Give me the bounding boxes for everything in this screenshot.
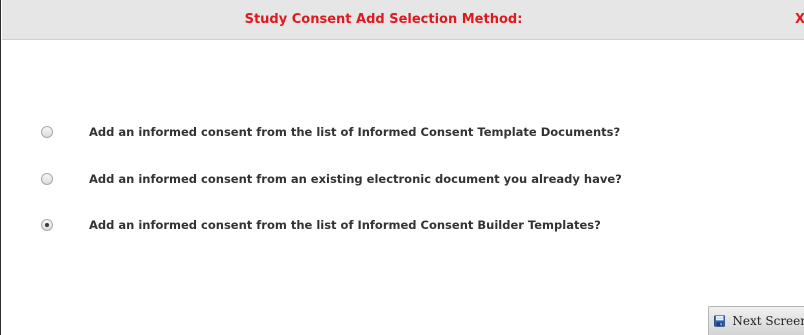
option-label[interactable]: Add an informed consent from the list of…	[89, 125, 620, 139]
option-builder-templates[interactable]: Add an informed consent from the list of…	[41, 215, 601, 235]
next-screen-button[interactable]: Next Screen	[708, 306, 804, 335]
option-template-documents[interactable]: Add an informed consent from the list of…	[41, 122, 620, 142]
radio-existing-document[interactable]	[41, 173, 53, 185]
dialog-title: Study Consent Add Selection Method:	[244, 12, 523, 27]
consent-selection-dialog: Study Consent Add Selection Method: X Ad…	[0, 0, 804, 335]
option-label[interactable]: Add an informed consent from the list of…	[89, 218, 601, 232]
floppy-disk-icon	[714, 315, 726, 327]
dialog-titlebar: Study Consent Add Selection Method: X	[2, 0, 804, 40]
option-label[interactable]: Add an informed consent from an existing…	[89, 172, 622, 186]
radio-builder-templates[interactable]	[41, 219, 53, 231]
option-existing-document[interactable]: Add an informed consent from an existing…	[41, 169, 622, 189]
radio-template-documents[interactable]	[41, 126, 53, 138]
close-button[interactable]: X	[795, 0, 804, 39]
next-screen-label: Next Screen	[732, 314, 804, 328]
